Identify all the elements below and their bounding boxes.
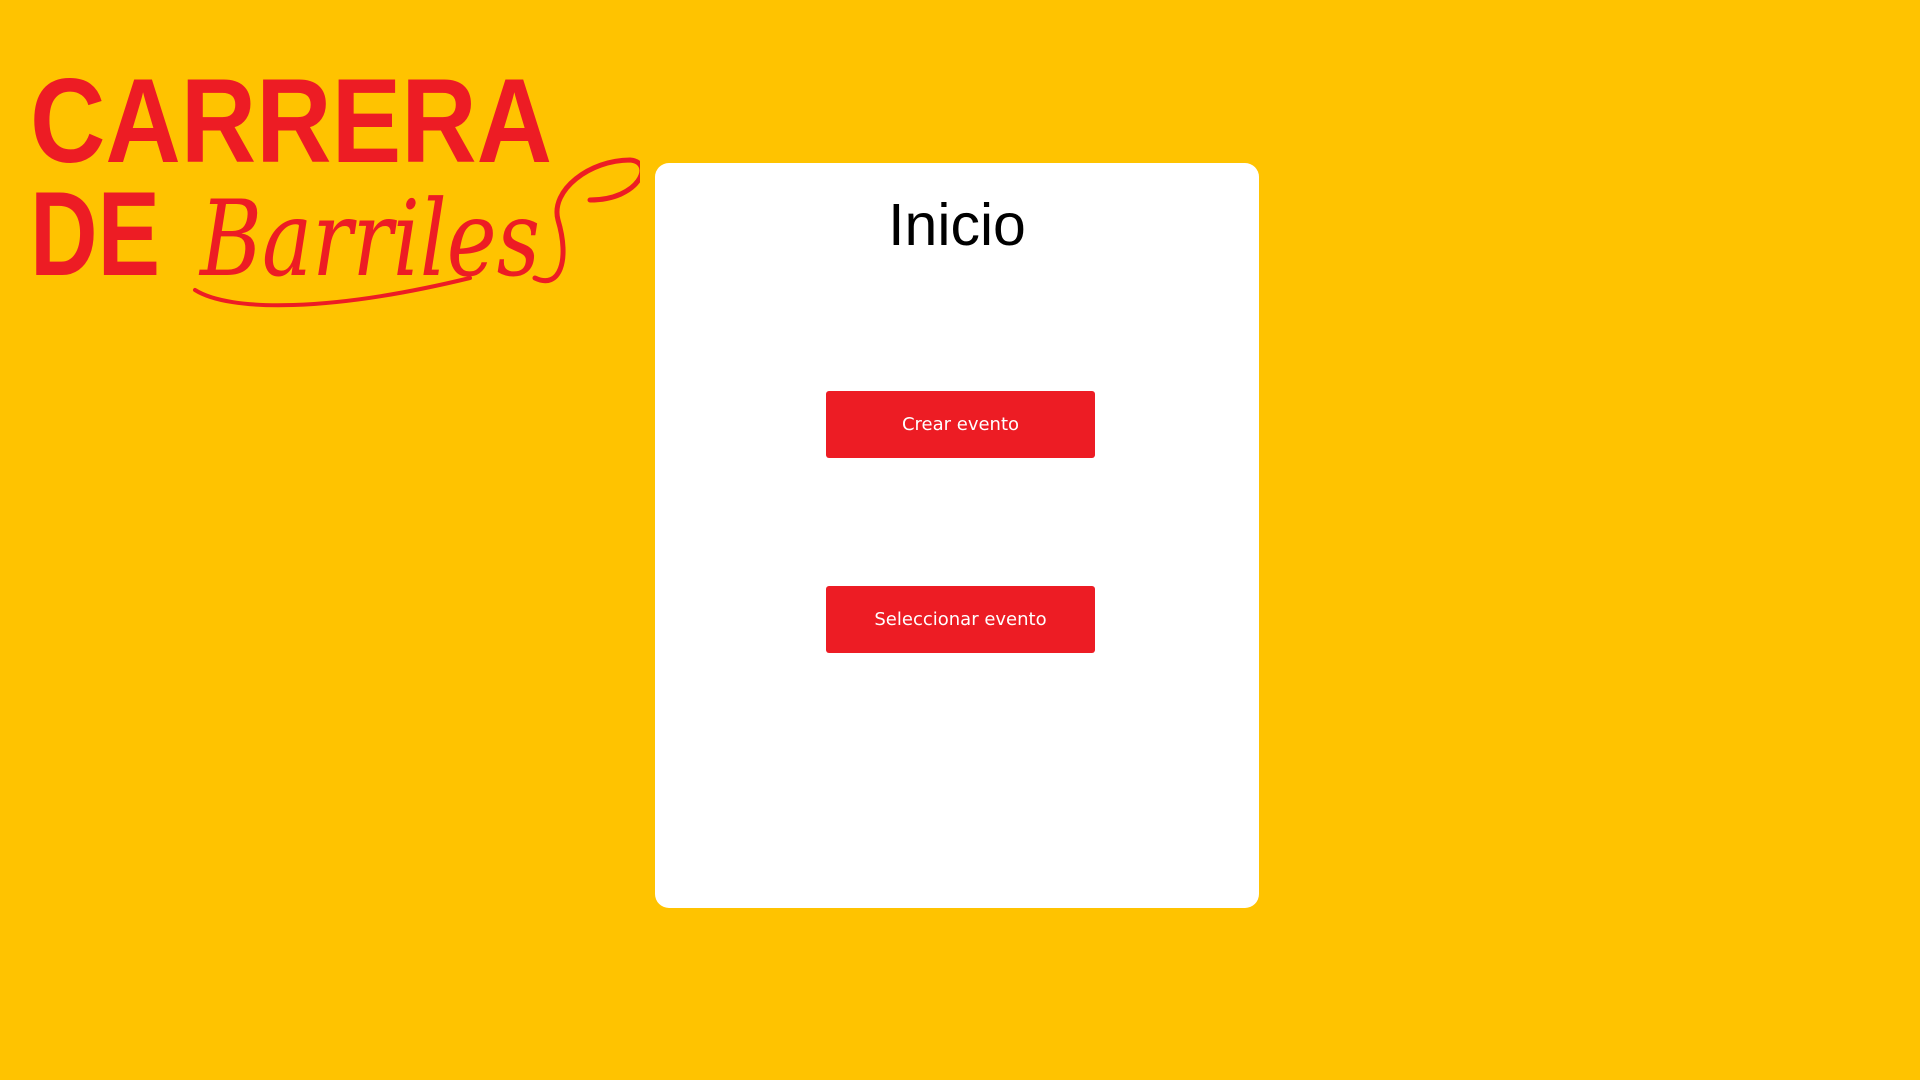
logo-text-de: DE	[30, 167, 160, 301]
select-event-button[interactable]: Seleccionar evento	[826, 586, 1095, 653]
create-event-button[interactable]: Crear evento	[826, 391, 1095, 458]
home-panel: Inicio Crear evento Seleccionar evento	[655, 163, 1259, 908]
logo-text-barriles: Barriles	[198, 178, 540, 300]
page-title: Inicio	[888, 192, 1026, 258]
carrera-de-barriles-logo: CARRERA DE Barriles	[30, 54, 640, 308]
